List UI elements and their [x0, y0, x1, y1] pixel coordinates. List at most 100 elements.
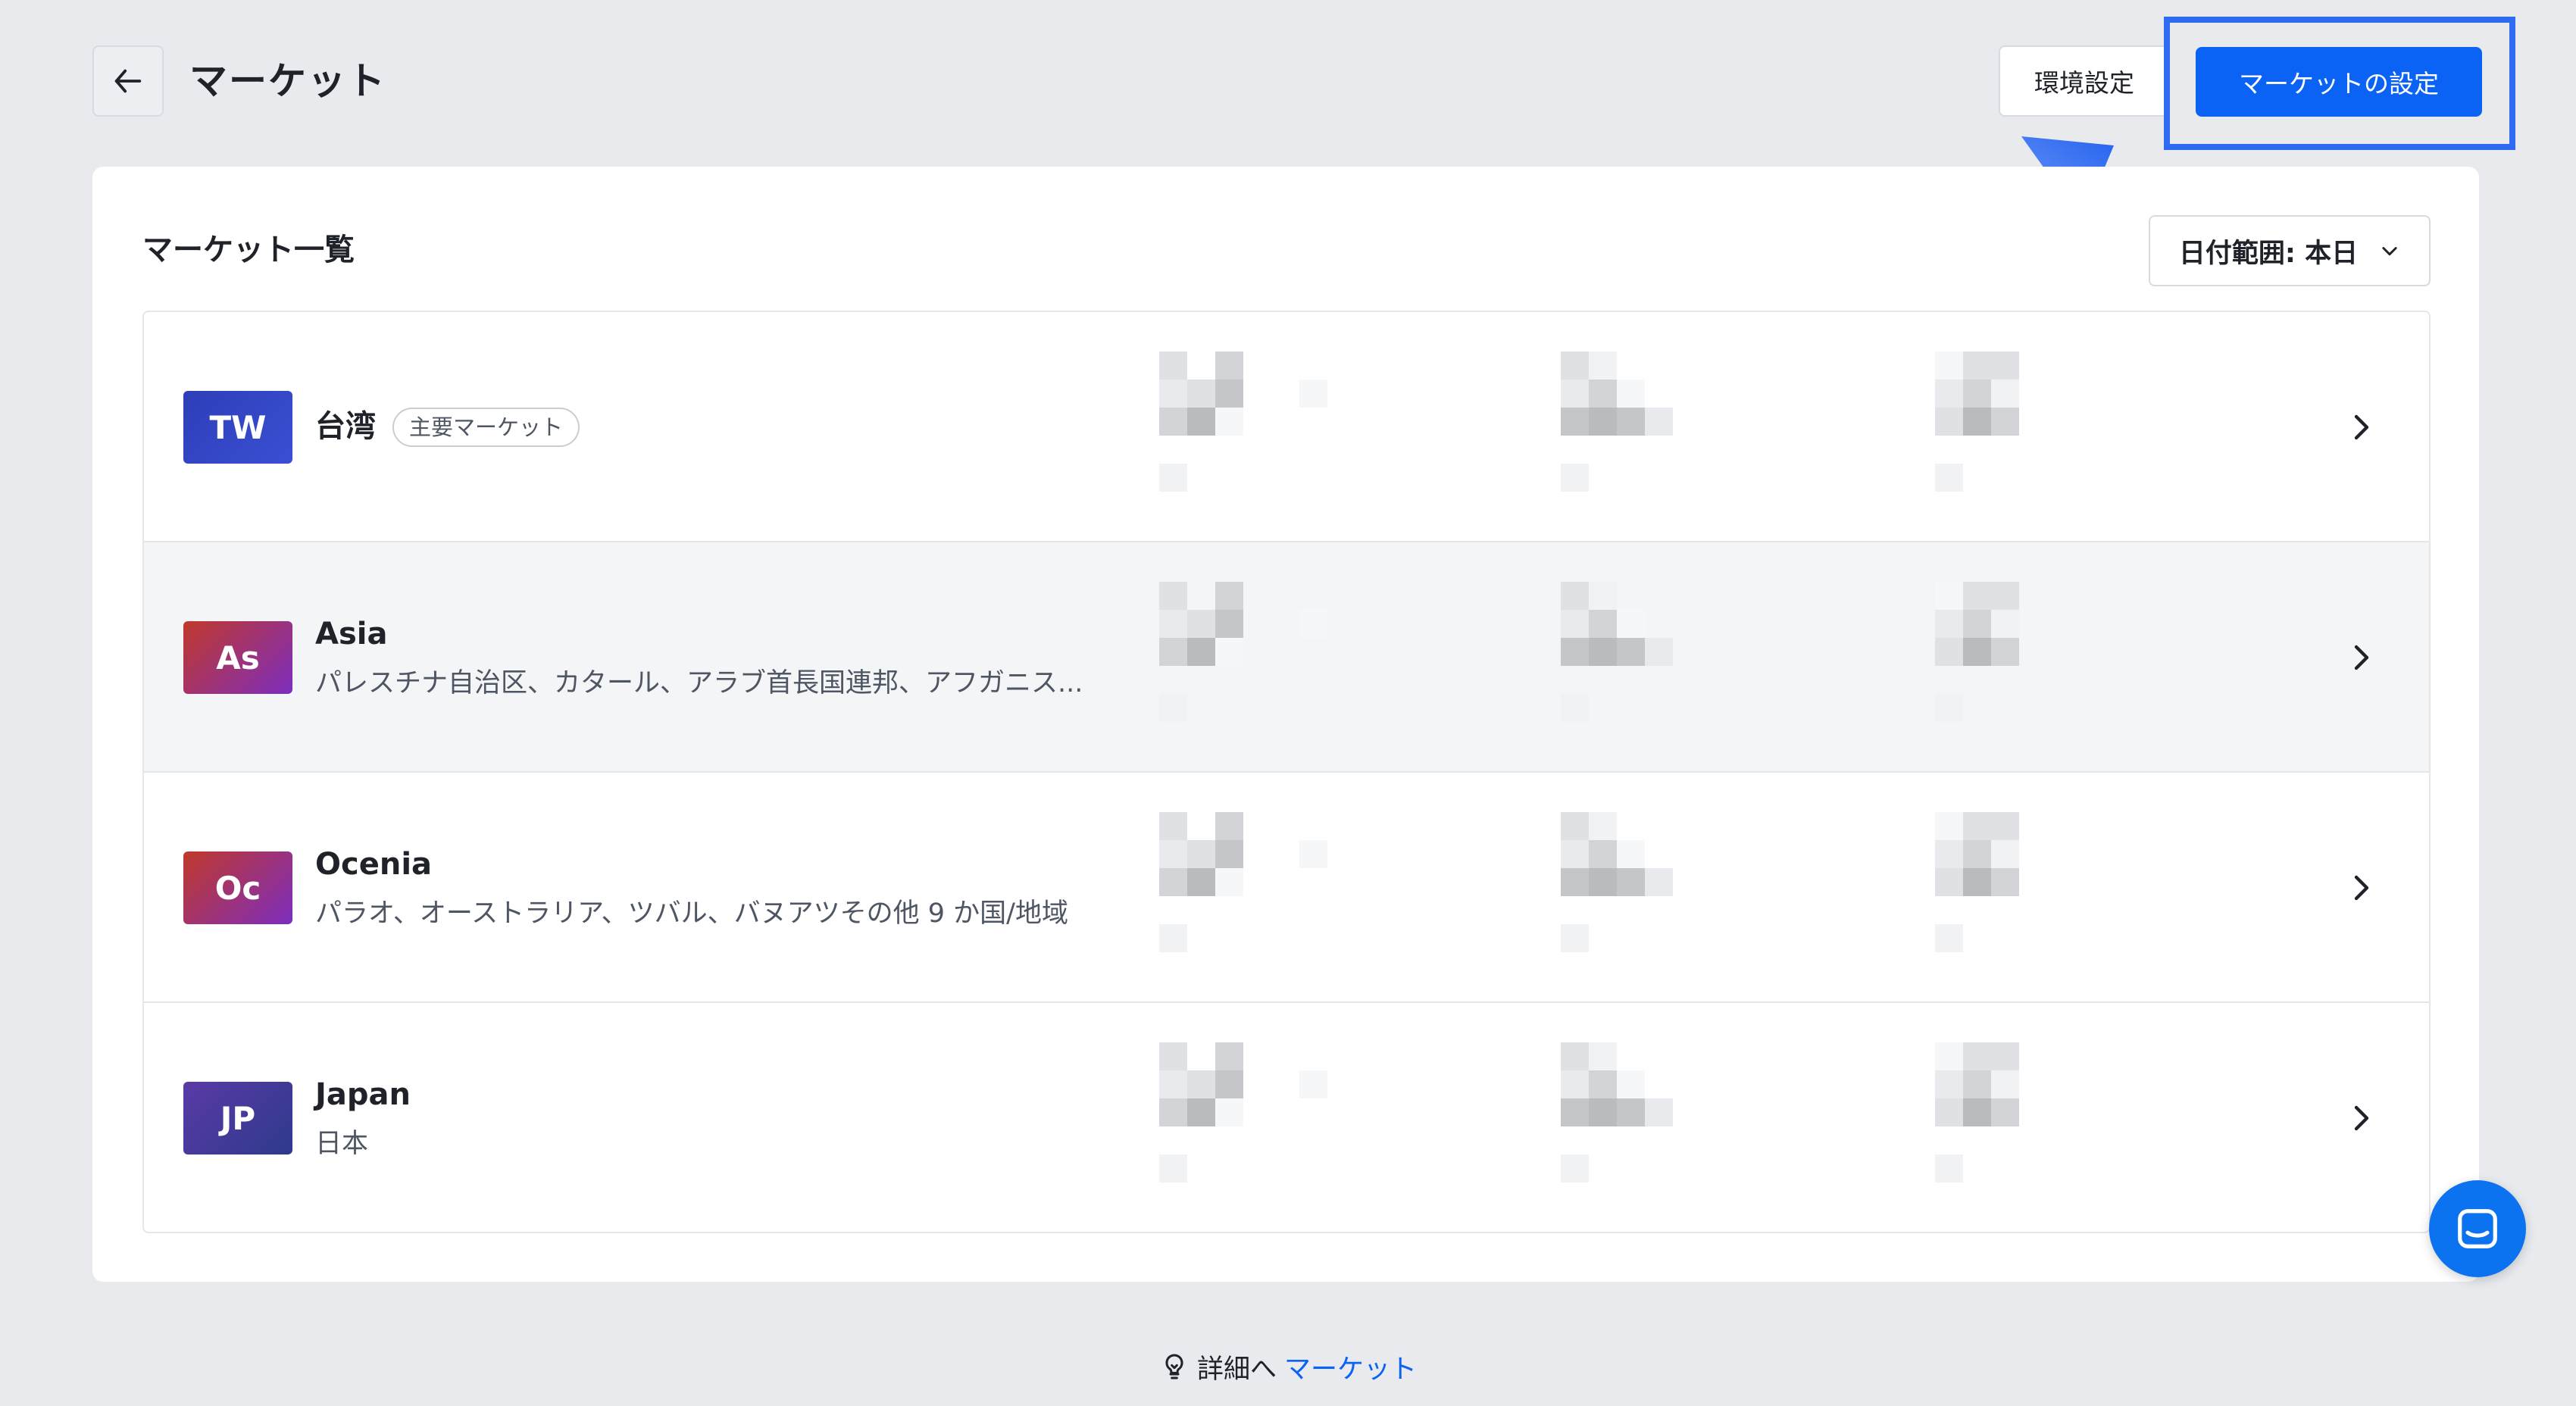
blur-pixel	[1561, 582, 1589, 610]
blur-pixel	[1561, 868, 1589, 896]
blur-pixel	[1991, 582, 2019, 610]
blur-pixel	[1187, 1070, 1215, 1098]
blur-pixel	[1159, 582, 1187, 610]
blur-pixel	[1215, 868, 1243, 896]
blurred-metric	[1935, 1042, 2147, 1194]
blur-pixel	[1991, 610, 2019, 638]
date-range-dropdown[interactable]: 日付範囲: 本日	[2149, 215, 2431, 286]
blur-pixel	[1187, 1098, 1215, 1126]
chat-button[interactable]	[2429, 1180, 2526, 1277]
market-row-japan[interactable]: JP Japan 日本	[144, 1003, 2429, 1232]
blur-pixel	[1645, 868, 1673, 896]
blur-pixel	[1215, 610, 1243, 638]
market-badge: TW	[183, 391, 292, 464]
blur-pixel	[1159, 840, 1187, 868]
blur-pixel	[1159, 868, 1187, 896]
blur-pixel	[1299, 1070, 1327, 1098]
chevron-down-icon	[2382, 247, 2397, 256]
blur-pixel	[1935, 380, 1963, 408]
blur-pixel	[1935, 408, 1963, 436]
chevron-right-icon	[2354, 1105, 2369, 1131]
blur-pixel	[1617, 380, 1645, 408]
blur-pixel	[1991, 812, 2019, 840]
blur-pixel	[1963, 380, 1991, 408]
market-badge: Oc	[183, 851, 292, 924]
market-name: Ocenia	[315, 847, 433, 882]
blur-pixel	[1991, 352, 2019, 380]
arrow-left-icon	[114, 69, 142, 93]
primary-market-tag: 主要マーケット	[392, 408, 580, 447]
blur-pixel	[1589, 1042, 1617, 1070]
blur-pixel	[1589, 1098, 1617, 1126]
blur-pixel	[1617, 610, 1645, 638]
blur-pixel	[1617, 638, 1645, 666]
blur-pixel	[1963, 868, 1991, 896]
blur-pixel	[1215, 408, 1243, 436]
blur-pixel	[1935, 1154, 1963, 1183]
blur-pixel	[1589, 352, 1617, 380]
blurred-metric	[1561, 812, 1773, 964]
page-title: マーケット	[189, 59, 386, 103]
blur-pixel	[1645, 638, 1673, 666]
blur-pixel	[1215, 582, 1243, 610]
blur-pixel	[1963, 1098, 1991, 1126]
blur-pixel	[1935, 840, 1963, 868]
blur-pixel	[1991, 868, 2019, 896]
blur-pixel	[1159, 694, 1187, 722]
environment-settings-button[interactable]: 環境設定	[1999, 45, 2170, 117]
blur-pixel	[1935, 1098, 1963, 1126]
market-row-tw[interactable]: TW 台湾 主要マーケット	[144, 312, 2429, 542]
blur-pixel	[1159, 1042, 1187, 1070]
blur-pixel	[1991, 638, 2019, 666]
blur-pixel	[1159, 924, 1187, 952]
blurred-metric	[1159, 582, 1371, 733]
blur-pixel	[1561, 1070, 1589, 1098]
market-countries: パラオ、オーストラリア、ツバル、バヌアツその他 9 か国/地域	[315, 898, 1068, 929]
blur-pixel	[1561, 352, 1589, 380]
market-settings-button[interactable]: マーケットの設定	[2196, 47, 2482, 117]
blur-pixel	[1159, 610, 1187, 638]
blur-pixel	[1159, 464, 1187, 492]
blur-pixel	[1187, 638, 1215, 666]
markets-card: マーケット一覧 日付範囲: 本日 TW 台湾 主要マーケット As Asia パ…	[92, 167, 2479, 1282]
blur-pixel	[1935, 638, 1963, 666]
blur-pixel	[1963, 1042, 1991, 1070]
blur-pixel	[1963, 408, 1991, 436]
blur-pixel	[1935, 1070, 1963, 1098]
blur-pixel	[1215, 1042, 1243, 1070]
blur-pixel	[1991, 1070, 2019, 1098]
footer-prefix: 詳細へ	[1196, 1354, 1277, 1385]
market-row-ocenia[interactable]: Oc Ocenia パラオ、オーストラリア、ツバル、バヌアツその他 9 か国/地…	[144, 773, 2429, 1003]
chat-icon	[2458, 1209, 2497, 1248]
footer-markets-link[interactable]: マーケット	[1284, 1348, 1417, 1386]
market-row-asia[interactable]: As Asia パレスチナ自治区、カタール、アラブ首長国連邦、アフガニス...	[144, 542, 2429, 773]
market-name: 台湾	[315, 409, 376, 444]
blur-pixel	[1187, 408, 1215, 436]
blur-pixel	[1187, 868, 1215, 896]
blur-pixel	[1589, 380, 1617, 408]
blur-pixel	[1617, 1098, 1645, 1126]
blur-pixel	[1159, 1154, 1187, 1183]
blur-pixel	[1991, 1098, 2019, 1126]
blur-pixel	[1963, 352, 1991, 380]
blur-pixel	[1589, 408, 1617, 436]
blur-pixel	[1617, 408, 1645, 436]
back-button[interactable]	[92, 45, 164, 117]
blur-pixel	[1589, 840, 1617, 868]
blur-pixel	[1215, 638, 1243, 666]
blur-pixel	[1215, 1098, 1243, 1126]
blur-pixel	[1561, 1154, 1589, 1183]
market-name: Japan	[315, 1077, 411, 1112]
blur-pixel	[1589, 812, 1617, 840]
blur-pixel	[1645, 408, 1673, 436]
blur-pixel	[1561, 1042, 1589, 1070]
blur-pixel	[1589, 638, 1617, 666]
blur-pixel	[1299, 610, 1327, 638]
market-countries: パレスチナ自治区、カタール、アラブ首長国連邦、アフガニス...	[315, 668, 1083, 698]
blur-pixel	[1935, 924, 1963, 952]
blur-pixel	[1299, 380, 1327, 408]
blur-pixel	[1963, 582, 1991, 610]
market-badge: As	[183, 621, 292, 694]
blur-pixel	[1299, 840, 1327, 868]
blur-pixel	[1561, 840, 1589, 868]
